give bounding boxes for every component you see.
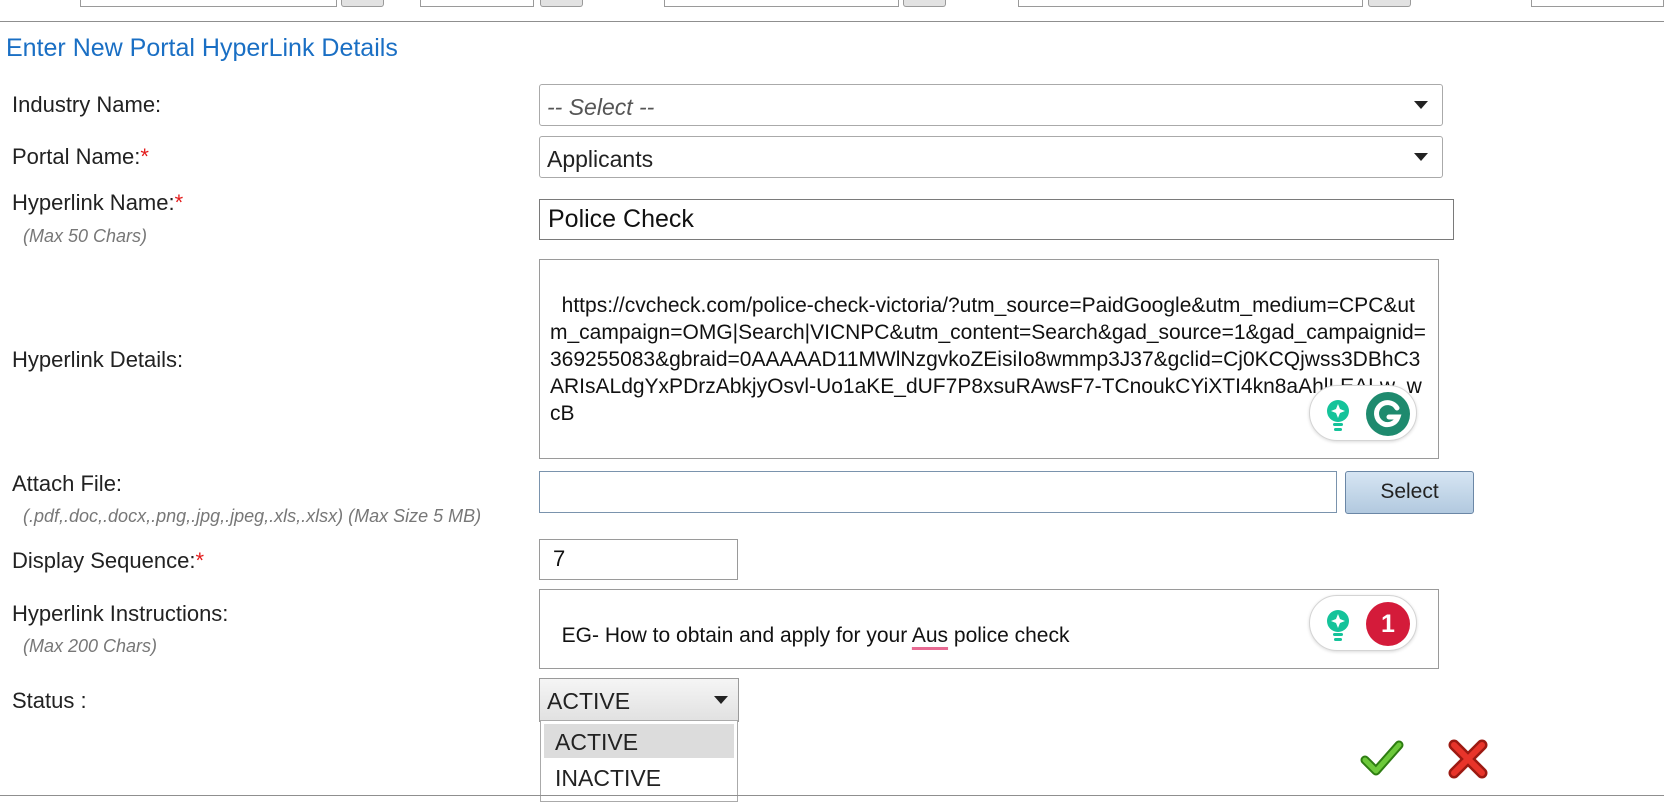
bottom-divider bbox=[0, 795, 1664, 796]
hyperlink-name-label: Hyperlink Name:* bbox=[12, 190, 183, 216]
portal-select[interactable]: Applicants bbox=[539, 136, 1443, 178]
toolbar-field-3[interactable] bbox=[664, 0, 899, 7]
toolbar-button-3[interactable] bbox=[903, 0, 946, 7]
hyperlink-name-value: Police Check bbox=[548, 205, 694, 233]
close-x-icon[interactable] bbox=[1446, 737, 1490, 781]
required-marker: * bbox=[174, 190, 184, 215]
toolbar-field-1[interactable] bbox=[80, 0, 337, 7]
file-path-input[interactable] bbox=[539, 471, 1337, 513]
instructions-text-before: EG- How to obtain and apply for your bbox=[561, 624, 912, 647]
top-toolbar bbox=[0, 0, 1664, 22]
status-select-value: ACTIVE bbox=[547, 688, 631, 714]
toolbar-button-2[interactable] bbox=[540, 0, 583, 7]
industry-label: Industry Name: bbox=[12, 92, 161, 118]
checkmark-icon[interactable] bbox=[1360, 736, 1404, 780]
toolbar-field-4[interactable] bbox=[1018, 0, 1363, 7]
grammarly-widget[interactable] bbox=[1309, 385, 1417, 441]
display-sequence-value: 7 bbox=[553, 546, 566, 571]
required-marker: * bbox=[195, 548, 205, 573]
display-sequence-label-text: Display Sequence: bbox=[12, 548, 196, 573]
toolbar-field-2[interactable] bbox=[420, 0, 534, 7]
grammarly-widget[interactable]: 1 bbox=[1309, 595, 1417, 651]
toolbar-field-5[interactable] bbox=[1531, 0, 1664, 7]
hyperlink-details-textarea[interactable]: https://cvcheck.com/police-check-victori… bbox=[539, 259, 1439, 459]
instructions-label: Hyperlink Instructions: bbox=[12, 601, 229, 626]
chevron-down-icon bbox=[1414, 101, 1428, 109]
industry-label-text: Industry Name: bbox=[12, 92, 162, 117]
chevron-down-icon bbox=[1414, 153, 1428, 161]
toolbar-button-1[interactable] bbox=[341, 0, 384, 7]
chevron-down-icon bbox=[714, 696, 728, 704]
instructions-text-after: police check bbox=[948, 624, 1070, 647]
grammarly-issue-count: 1 bbox=[1366, 602, 1410, 646]
portal-label: Portal Name:* bbox=[12, 144, 149, 170]
status-dropdown-list: ACTIVE INACTIVE bbox=[540, 720, 738, 802]
status-option-inactive[interactable]: INACTIVE bbox=[544, 760, 734, 794]
attach-file-label: Attach File: bbox=[12, 471, 123, 496]
lightbulb-icon bbox=[1327, 400, 1349, 431]
hyperlink-name-label-text: Hyperlink Name: bbox=[12, 190, 175, 215]
portal-label-text: Portal Name: bbox=[12, 144, 141, 169]
toolbar-button-4[interactable] bbox=[1368, 0, 1411, 7]
grammarly-g-glyph bbox=[1374, 400, 1402, 428]
instructions-textarea[interactable]: EG- How to obtain and apply for your Aus… bbox=[539, 589, 1439, 669]
lightbulb-icon bbox=[1327, 610, 1349, 641]
status-option-active[interactable]: ACTIVE bbox=[544, 724, 734, 758]
spelling-flagged-word[interactable]: Aus bbox=[912, 624, 948, 647]
hyperlink-details-value: https://cvcheck.com/police-check-victori… bbox=[550, 294, 1426, 425]
hyperlink-name-input[interactable]: Police Check bbox=[539, 199, 1454, 240]
status-select[interactable]: ACTIVE bbox=[539, 678, 739, 722]
hyperlink-details-label: Hyperlink Details: bbox=[12, 347, 184, 372]
grammarly-icon bbox=[1366, 392, 1410, 436]
instructions-note: (Max 200 Chars) bbox=[23, 636, 158, 656]
portal-select-value: Applicants bbox=[547, 146, 654, 172]
status-label: Status : bbox=[12, 688, 87, 713]
hyperlink-name-note: (Max 50 Chars) bbox=[23, 226, 148, 246]
display-sequence-label: Display Sequence:* bbox=[12, 548, 204, 574]
form-title: Enter New Portal HyperLink Details bbox=[6, 34, 398, 62]
industry-select-value: -- Select -- bbox=[547, 94, 655, 120]
industry-select[interactable]: -- Select -- bbox=[539, 84, 1443, 126]
required-marker: * bbox=[140, 144, 149, 169]
attach-file-note: (.pdf,.doc,.docx,.png,.jpg,.jpeg,.xls,.x… bbox=[23, 506, 482, 526]
display-sequence-input[interactable]: 7 bbox=[539, 539, 738, 580]
select-file-button[interactable]: Select bbox=[1345, 471, 1474, 514]
